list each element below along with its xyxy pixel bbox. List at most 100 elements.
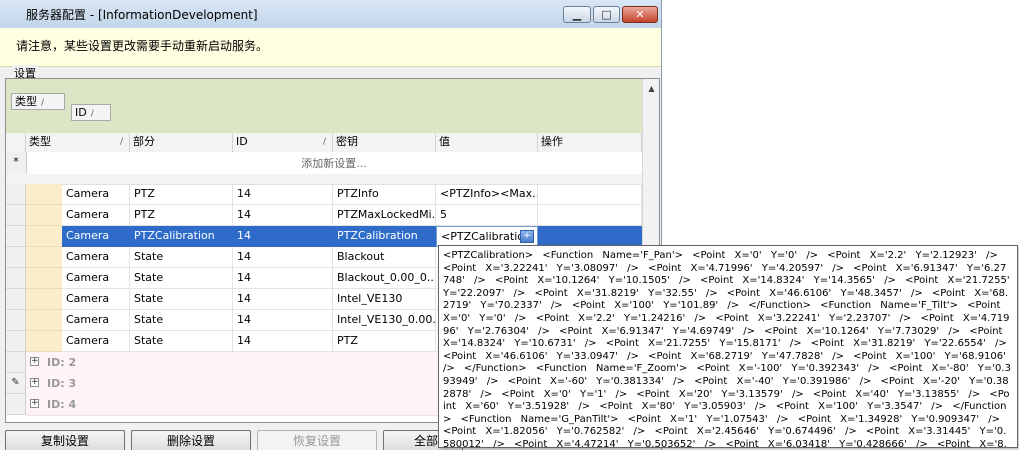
cell-value[interactable]: <PTZCalibration + [436,226,538,247]
cell-section[interactable]: State [130,289,233,310]
cell-type[interactable]: Camera [62,247,130,268]
cell-value-text: <PTZCalibration [441,230,531,243]
restore-setting-button[interactable]: 恢复设置 [257,430,377,450]
column-header-id[interactable]: ID / [233,133,333,152]
cell-type-text: Camera [66,271,110,284]
group-indent [26,268,62,289]
cell-section[interactable]: PTZ [130,184,233,205]
cell-section-text: State [134,313,164,326]
cell-id[interactable]: 14 [233,268,333,289]
group-by-panel: 类型 / ID / [6,79,642,133]
cell-type[interactable]: Camera [62,331,130,352]
cell-key[interactable]: PTZCalibration [333,226,436,247]
cell-key[interactable]: Intel_VE130_0.00... [333,310,436,331]
cell-key-text: PTZCalibration [337,229,418,242]
cell-section-text: PTZCalibration [134,229,215,242]
row-selector[interactable] [6,331,26,352]
row-selector[interactable] [6,247,26,268]
cell-section[interactable]: PTZ [130,205,233,226]
column-header-id-label: ID [236,135,248,148]
cell-id[interactable]: 14 [233,247,333,268]
column-header-action[interactable]: 操作 [538,133,642,152]
cell-key-text: PTZInfo [337,187,379,200]
maximize-button[interactable]: □ [593,6,620,23]
column-header-type-label: 类型 [29,135,51,148]
column-header-section[interactable]: 部分 [130,133,233,152]
cell-action[interactable] [538,226,642,247]
cell-action[interactable] [538,184,642,205]
cell-key-text: Blackout_0.00_0... [337,271,436,284]
cell-value[interactable]: <PTZInfo><Max... [436,184,538,205]
close-button[interactable]: ✕ [622,6,658,23]
column-header-key-label: 密钥 [336,135,358,148]
cell-id-text: 14 [237,313,251,326]
cell-section[interactable]: PTZCalibration [130,226,233,247]
cell-key[interactable]: Blackout [333,247,436,268]
row-selector[interactable] [6,205,26,226]
group-chip-id[interactable]: ID / [71,104,111,121]
cell-key[interactable]: PTZMaxLockedMi... [333,205,436,226]
row-selector[interactable] [6,394,26,415]
cell-type[interactable]: Camera [62,310,130,331]
delete-setting-button[interactable]: 删除设置 [131,430,251,450]
row-selector[interactable] [6,289,26,310]
table-row[interactable]: Camera PTZ 14 PTZInfo <PTZInfo><Max... [6,184,642,205]
cell-section[interactable]: State [130,247,233,268]
cell-id[interactable]: 14 [233,289,333,310]
expand-value-button[interactable]: + [520,230,534,243]
title-bar[interactable]: 服务器配置 - [InformationDevelopment] ▁ □ ✕ [0,0,661,29]
scroll-up-icon[interactable]: ▲ [643,84,659,93]
cell-key[interactable]: Blackout_0.00_0... [333,268,436,289]
expand-icon[interactable]: + [30,378,39,387]
cell-type[interactable]: Camera [62,184,130,205]
table-row[interactable]: Camera PTZ 14 PTZMaxLockedMi... 5 [6,205,642,226]
cell-type[interactable]: Camera [62,289,130,310]
cell-key[interactable]: PTZInfo [333,184,436,205]
row-selector[interactable] [6,310,26,331]
cell-key[interactable]: Intel_VE130 [333,289,436,310]
row-selector[interactable] [6,184,26,205]
column-header-key[interactable]: 密钥 [333,133,436,152]
row-selector[interactable] [6,352,26,373]
column-header-type[interactable]: 类型 / [26,133,130,152]
cell-id[interactable]: 14 [233,331,333,352]
restart-notice: 请注意，某些设置更改需要手动重新启动服务。 [0,28,661,67]
cell-type[interactable]: Camera [62,268,130,289]
add-new-setting-text: 添加新设置... [301,157,367,170]
close-icon: ✕ [635,8,645,21]
cell-value[interactable]: 5 [436,205,538,226]
group-label: ID: 3 [47,377,77,390]
cell-type-text: Camera [66,313,110,326]
cell-type-text: Camera [66,229,110,242]
cell-key-text: Intel_VE130 [337,292,403,305]
cell-id[interactable]: 14 [233,226,333,247]
minimize-button[interactable]: ▁ [563,6,591,23]
row-selector[interactable] [6,226,26,247]
cell-id[interactable]: 14 [233,205,333,226]
cell-id-text: 14 [237,292,251,305]
cell-id[interactable]: 14 [233,184,333,205]
cell-section[interactable]: State [130,331,233,352]
cell-type[interactable]: Camera [62,226,130,247]
cell-value-text: <PTZInfo><Max... [440,187,538,200]
column-header-value[interactable]: 值 [436,133,538,152]
cell-key[interactable]: PTZ [333,331,436,352]
expand-icon[interactable]: + [30,357,39,366]
column-header-row: 类型 / 部分 ID / 密钥 值 操作 [6,133,642,153]
copy-setting-button[interactable]: 复制设置 [5,430,125,450]
cell-section[interactable]: State [130,268,233,289]
table-row[interactable]: Camera PTZCalibration 14 PTZCalibration <PTZ… [6,226,642,247]
group-chip-type[interactable]: 类型 / [11,93,65,110]
row-selector[interactable] [6,268,26,289]
new-row-marker: * [6,152,27,174]
cell-type[interactable]: Camera [62,205,130,226]
cell-id[interactable]: 14 [233,310,333,331]
row-selector[interactable]: ✎ [6,373,26,394]
cell-type-text: Camera [66,334,110,347]
expand-icon[interactable]: + [30,399,39,408]
add-new-setting-row[interactable]: * 添加新设置... [6,152,642,175]
cell-action[interactable] [538,205,642,226]
cell-section[interactable]: State [130,310,233,331]
cell-section-text: PTZ [134,187,155,200]
cell-section-text: State [134,271,164,284]
